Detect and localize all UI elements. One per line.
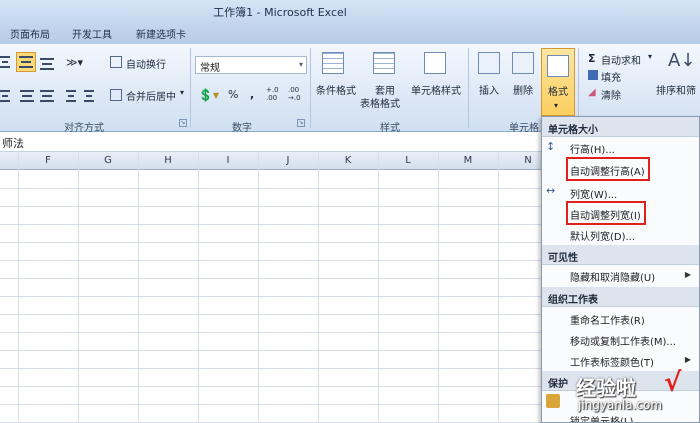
group-divider [468, 48, 469, 128]
number-launcher-icon[interactable]: ↘ [297, 119, 305, 127]
column-header-n[interactable]: N [498, 155, 542, 166]
delete-icon[interactable] [512, 52, 534, 74]
formula-bar-content: 师法 [2, 137, 24, 150]
align-top-icon[interactable] [0, 56, 10, 68]
worksheet-grid[interactable]: F G H I J K L M N [0, 152, 542, 423]
insert-icon[interactable] [478, 52, 500, 74]
title-bar: 工作簿1 - Microsoft Excel 页面布局 开发工具 新建选项卡 [0, 0, 700, 44]
table-format-button-line2[interactable]: 表格格式 [360, 95, 400, 110]
column-header-l[interactable]: L [378, 155, 438, 166]
chevron-down-icon: ▾ [554, 101, 559, 110]
row-height-icon: ↕ [546, 140, 556, 153]
clear-button[interactable]: 清除 [601, 87, 621, 102]
number-format-value: 常规 [200, 63, 220, 74]
number-format-combo[interactable]: 常规 ▾ [195, 56, 307, 74]
chevron-down-icon: ▾ [298, 60, 303, 69]
group-divider [190, 48, 191, 128]
wrap-text-icon[interactable] [110, 56, 122, 68]
watermark-check: √ [664, 368, 682, 398]
align-right-icon[interactable] [40, 90, 54, 102]
highlight-box-autofit-row [566, 157, 650, 181]
currency-icon[interactable]: 💲▾ [198, 88, 219, 102]
alignment-launcher-icon[interactable]: ↘ [179, 119, 187, 127]
window-title: 工作簿1 - Microsoft Excel [213, 6, 347, 19]
align-left-icon[interactable] [0, 90, 10, 102]
orientation-icon[interactable]: ≫▾ [66, 56, 83, 69]
align-middle-button[interactable] [16, 52, 36, 72]
wrap-text-button[interactable]: 自动换行 [126, 56, 166, 71]
column-header-h[interactable]: H [138, 155, 198, 166]
column-header-k[interactable]: K [318, 155, 378, 166]
merge-center-icon[interactable] [110, 89, 122, 101]
watermark-url: jingyanla.com [578, 398, 663, 412]
menu-item-column-width[interactable]: 列宽(W)... [570, 186, 617, 201]
column-header-row: F G H I J K L M N [0, 152, 542, 170]
watermark-text: 经验啦 [576, 376, 636, 400]
table-format-icon[interactable] [373, 52, 395, 74]
sort-filter-icon[interactable]: A↓ [668, 50, 695, 71]
submenu-arrow-icon: ▶ [684, 355, 691, 364]
tab-new-tab[interactable]: 新建选项卡 [136, 26, 186, 41]
column-width-icon: ↔ [546, 184, 556, 197]
decrease-decimal-button[interactable]: .00 →.0 [288, 86, 301, 102]
column-header-f[interactable]: F [18, 155, 78, 166]
merge-dropdown-icon[interactable]: ▾ [180, 88, 184, 97]
decrease-indent-icon[interactable] [66, 90, 76, 102]
align-center-icon[interactable] [20, 90, 34, 102]
menu-item-default-width[interactable]: 默认列宽(D)... [570, 228, 635, 243]
increase-indent-icon[interactable] [84, 90, 94, 102]
align-bottom-icon[interactable] [40, 58, 54, 70]
tab-page-layout[interactable]: 页面布局 [10, 26, 50, 41]
column-header-g[interactable]: G [78, 155, 138, 166]
menu-item-rename-sheet[interactable]: 重命名工作表(R) [570, 312, 645, 327]
cell-styles-button[interactable]: 单元格样式 [411, 82, 461, 97]
menu-section-visibility: 可见性 [542, 245, 699, 265]
submenu-arrow-icon: ▶ [684, 270, 691, 279]
lock-icon [546, 394, 560, 408]
format-button[interactable]: 格式 ▾ [541, 48, 575, 116]
sort-filter-button[interactable]: 排序和筛 [656, 82, 696, 97]
autosum-button[interactable]: 自动求和 [601, 52, 641, 67]
tab-developer[interactable]: 开发工具 [72, 26, 112, 41]
watermark: 经验啦 √ jingyanla.com [566, 368, 700, 423]
comma-button[interactable]: , [250, 88, 254, 101]
menu-item-move-copy-sheet[interactable]: 移动或复制工作表(M)... [570, 333, 676, 348]
menu-item-row-height[interactable]: 行高(H)... [570, 141, 615, 156]
column-header-m[interactable]: M [438, 155, 498, 166]
fill-icon[interactable] [588, 70, 598, 80]
merge-center-button[interactable]: 合并后居中 [126, 88, 176, 103]
eraser-icon[interactable]: ◢ [588, 87, 596, 98]
percent-button[interactable]: % [228, 88, 238, 101]
menu-section-organize: 组织工作表 [542, 287, 699, 307]
format-icon [547, 55, 569, 77]
highlight-box-autofit-column [566, 201, 646, 225]
menu-item-tab-color[interactable]: 工作表标签颜色(T) [570, 354, 654, 369]
insert-button[interactable]: 插入 [479, 82, 499, 97]
menu-section-cell-size: 单元格大小 [542, 117, 699, 137]
column-header-j[interactable]: J [258, 155, 318, 166]
menu-item-hide-unhide[interactable]: 隐藏和取消隐藏(U) [570, 269, 655, 284]
column-header-i[interactable]: I [198, 155, 258, 166]
increase-decimal-button[interactable]: +.0 .00 [266, 86, 279, 102]
delete-button[interactable]: 删除 [513, 82, 533, 97]
conditional-format-button[interactable]: 条件格式 [316, 82, 356, 97]
fill-button[interactable]: 填充 [601, 69, 621, 84]
autosum-icon[interactable]: Σ [588, 52, 596, 65]
formula-bar[interactable]: 师法 [0, 132, 542, 152]
format-button-label: 格式 [548, 87, 568, 98]
chevron-down-icon[interactable]: ▾ [648, 52, 652, 61]
cell-styles-icon[interactable] [424, 52, 446, 74]
group-divider [310, 48, 311, 128]
conditional-format-icon[interactable] [322, 52, 344, 74]
